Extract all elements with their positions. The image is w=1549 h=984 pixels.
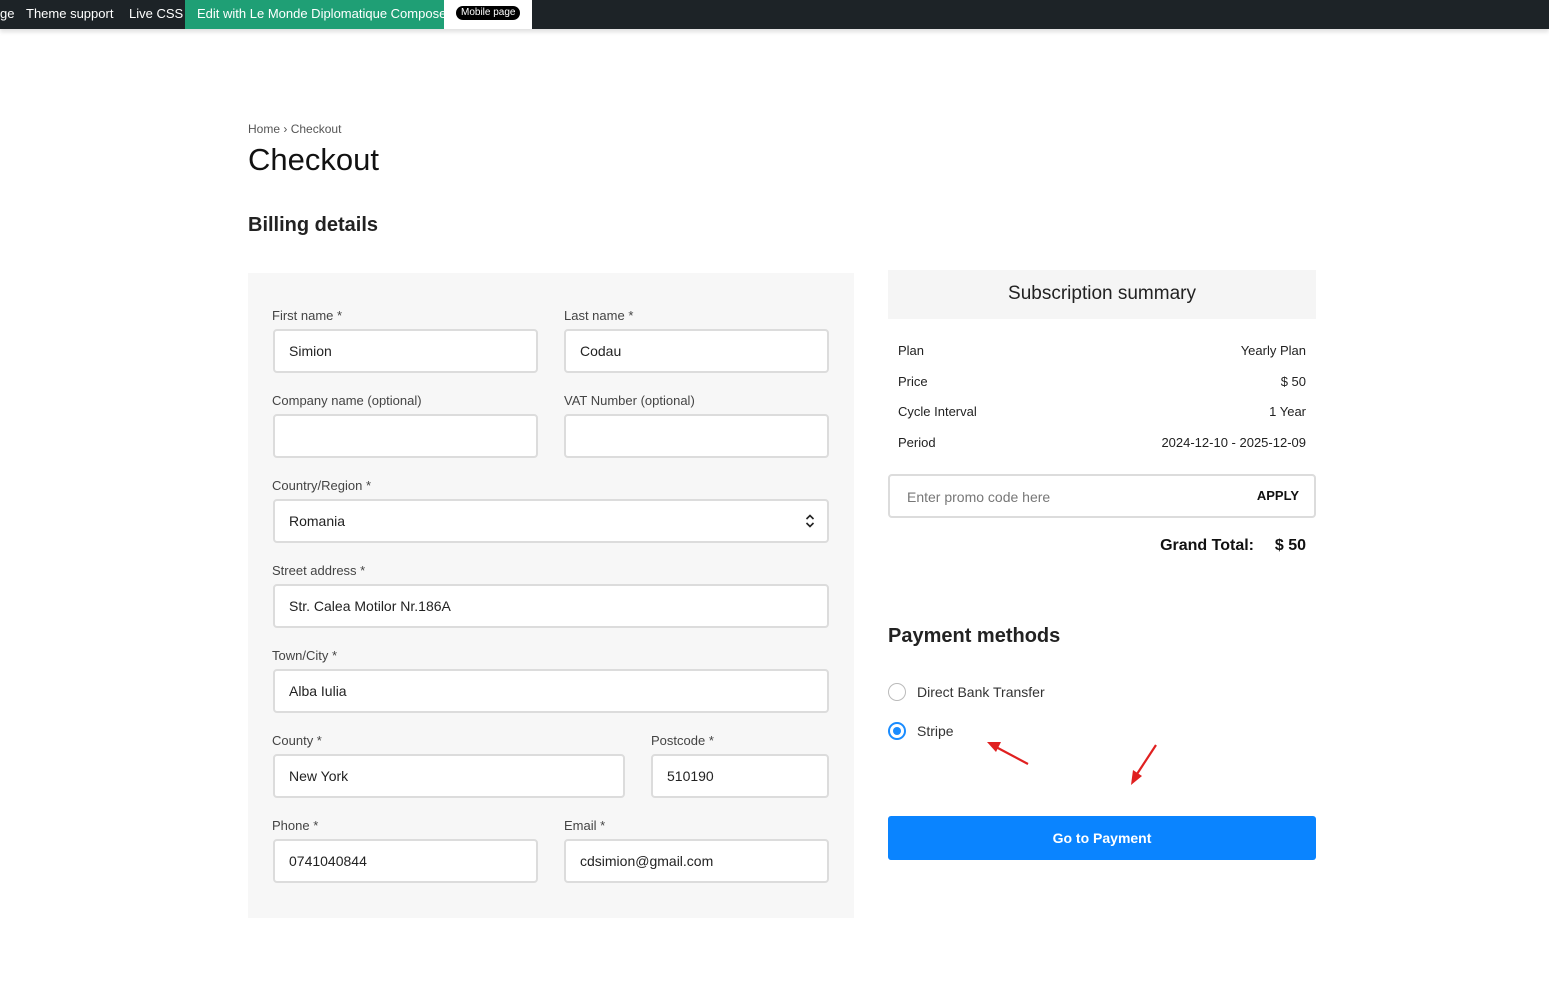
- summary-row-price: Price $ 50: [898, 374, 1306, 394]
- select-updown-icon: [805, 514, 815, 528]
- last-name-label: Last name *: [564, 308, 634, 323]
- admin-bar-live-css[interactable]: Live CSS: [129, 0, 183, 29]
- country-select-value: Romania: [289, 513, 346, 529]
- admin-bar-theme-support[interactable]: Theme support: [26, 0, 113, 29]
- admin-bar-composer[interactable]: Edit with Le Monde Diplomatique Composer: [185, 0, 463, 29]
- summary-row-plan: Plan Yearly Plan: [898, 343, 1306, 363]
- county-field[interactable]: [273, 754, 625, 798]
- summary-key: Price: [898, 374, 928, 389]
- email-label: Email *: [564, 818, 606, 833]
- county-label: County *: [272, 733, 322, 748]
- mobile-page-badge[interactable]: Mobile page: [456, 6, 521, 20]
- last-name-field[interactable]: [564, 329, 829, 373]
- admin-bar-mobile-page[interactable]: Mobile page: [444, 0, 533, 29]
- phone-label: Phone *: [272, 818, 319, 833]
- admin-bar-page-link[interactable]: ge: [0, 0, 14, 29]
- vat-number-field[interactable]: [564, 414, 829, 458]
- summary-key: Cycle Interval: [898, 404, 977, 419]
- email-field[interactable]: [564, 839, 829, 883]
- country-label: Country/Region *: [272, 478, 371, 493]
- postcode-label: Postcode *: [651, 733, 714, 748]
- street-address-field[interactable]: [273, 584, 829, 628]
- payment-methods-title: Payment methods: [888, 625, 1061, 647]
- billing-details-title: Billing details: [248, 214, 379, 236]
- radio-checked[interactable]: [888, 722, 906, 740]
- company-name-field[interactable]: [273, 414, 538, 458]
- breadcrumb: Home › Checkout: [248, 122, 341, 136]
- radio-unchecked[interactable]: [888, 683, 906, 701]
- grand-total-label: Grand Total:: [1160, 537, 1254, 554]
- summary-value: 2024-12-10 - 2025-12-09: [1161, 435, 1306, 450]
- billing-form: First name * Last name * Company name (o…: [248, 273, 854, 918]
- summary-key: Plan: [898, 343, 925, 358]
- postcode-field[interactable]: [651, 754, 829, 798]
- company-name-label: Company name (optional): [272, 393, 422, 408]
- annotation-arrow-icon: [987, 742, 1029, 765]
- apply-promo-button[interactable]: APPLY: [1257, 488, 1299, 503]
- summary-row-cycle: Cycle Interval 1 Year: [898, 404, 1306, 424]
- summary-row-period: Period 2024-12-10 - 2025-12-09: [898, 435, 1306, 455]
- summary-key: Period: [898, 435, 936, 450]
- grand-total-value: $ 50: [1274, 537, 1306, 554]
- breadcrumb-home[interactable]: Home: [248, 122, 280, 136]
- town-label: Town/City *: [272, 648, 338, 663]
- breadcrumb-current: Checkout: [290, 122, 342, 136]
- breadcrumb-separator: ›: [283, 122, 288, 136]
- first-name-field[interactable]: [273, 329, 538, 373]
- annotation-arrow-icon: [1131, 744, 1157, 785]
- street-address-label: Street address *: [272, 563, 366, 578]
- phone-field[interactable]: [273, 839, 538, 883]
- town-field[interactable]: [273, 669, 829, 713]
- summary-value: Yearly Plan: [1240, 343, 1306, 358]
- admin-bar: ge Theme support Live CSS Edit with Le M…: [0, 0, 1549, 29]
- country-select[interactable]: Romania: [273, 499, 829, 543]
- payment-option-label[interactable]: Direct Bank Transfer: [917, 684, 1045, 700]
- payment-option-label[interactable]: Stripe: [917, 723, 954, 739]
- page-title: Checkout: [248, 142, 379, 177]
- go-to-payment-button[interactable]: Go to Payment: [888, 816, 1316, 860]
- subscription-summary-title: Subscription summary: [888, 270, 1316, 319]
- summary-value: 1 Year: [1269, 404, 1306, 419]
- vat-number-label: VAT Number (optional): [564, 393, 695, 408]
- promo-code-input[interactable]: [905, 476, 1229, 518]
- summary-value: $ 50: [1280, 374, 1306, 389]
- first-name-label: First name *: [272, 308, 343, 323]
- promo-code-box: APPLY: [888, 474, 1316, 518]
